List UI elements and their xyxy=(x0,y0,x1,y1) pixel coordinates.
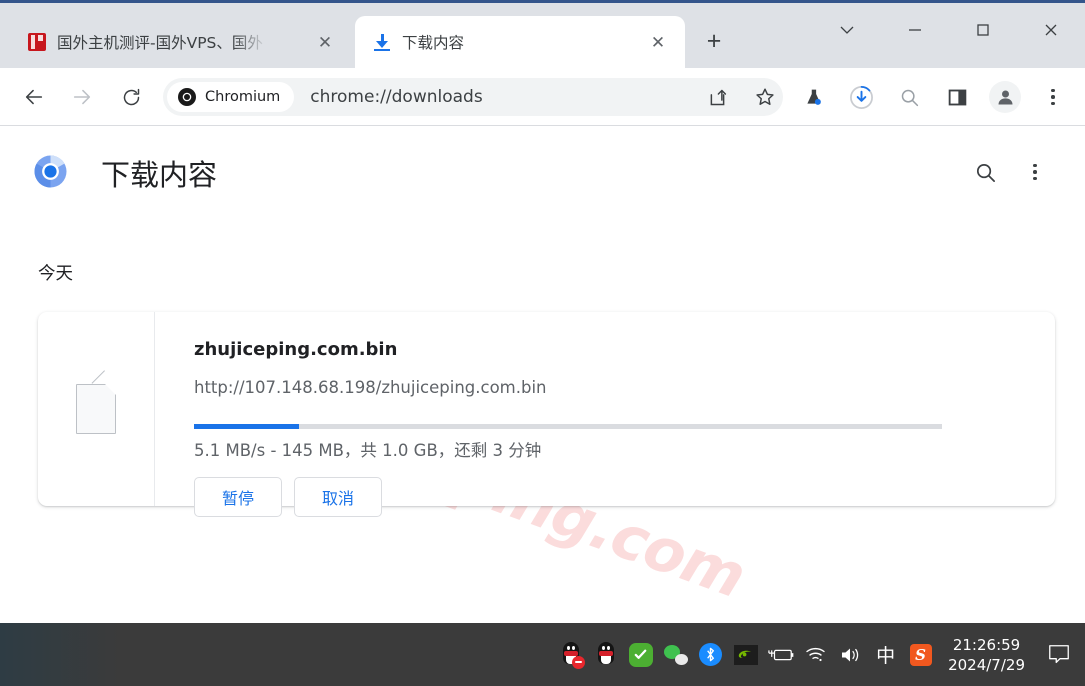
chromium-logo-icon xyxy=(177,87,197,107)
new-tab-button[interactable]: + xyxy=(700,29,728,57)
tab-title: 下载内容 xyxy=(402,34,465,52)
sogou-label: S xyxy=(909,643,932,666)
share-icon[interactable] xyxy=(699,79,735,115)
experiments-flask-icon[interactable] xyxy=(795,79,831,115)
sogou-input-icon[interactable]: S xyxy=(903,623,938,686)
wifi-icon[interactable] xyxy=(798,623,833,686)
tab-close-icon[interactable]: ✕ xyxy=(314,31,336,53)
qq-penguin-busy-icon[interactable] xyxy=(553,623,588,686)
tab-active-downloads[interactable]: 下载内容 ✕ xyxy=(355,16,685,68)
bookmark-star-icon[interactable] xyxy=(747,79,783,115)
windows-taskbar: 中 S 21:26:59 2024/7/29 xyxy=(0,623,1085,686)
tab-strip: 国外主机测评-国外VPS、国外 ✕ 下载内容 ✕ + xyxy=(0,3,1085,68)
download-actions: 暂停 取消 xyxy=(194,477,382,517)
pause-button[interactable]: 暂停 xyxy=(194,477,282,517)
back-arrow-icon[interactable] xyxy=(14,77,54,117)
search-icon[interactable] xyxy=(969,156,1001,188)
browser-window: 国外主机测评-国外VPS、国外 ✕ 下载内容 ✕ + Chromium chro… xyxy=(0,0,1085,686)
qq-penguin-icon[interactable] xyxy=(588,623,623,686)
reload-icon[interactable] xyxy=(111,77,151,117)
browser-menu-icon[interactable] xyxy=(1035,79,1071,115)
downloads-progress-icon[interactable] xyxy=(843,79,879,115)
tab-close-icon[interactable]: ✕ xyxy=(647,31,669,53)
chromium-chip[interactable]: Chromium xyxy=(167,82,295,112)
volume-icon[interactable] xyxy=(833,623,868,686)
window-controls xyxy=(813,6,1085,54)
download-progress-fill xyxy=(194,424,299,429)
download-file-icon-cell xyxy=(38,312,155,506)
notification-icon[interactable] xyxy=(1033,623,1085,686)
battery-charging-icon[interactable] xyxy=(763,623,798,686)
download-icon xyxy=(373,33,391,51)
clock-time: 21:26:59 xyxy=(952,635,1021,654)
toolbar-icon-group xyxy=(693,68,1077,126)
ime-label: 中 xyxy=(876,645,896,667)
download-filename: zhujiceping.com.bin xyxy=(194,339,398,360)
security-shield-icon[interactable] xyxy=(623,623,658,686)
close-button[interactable] xyxy=(1017,6,1085,54)
chromium-logo-icon xyxy=(34,155,67,188)
chromium-chip-label: Chromium xyxy=(205,89,281,105)
site-favicon-icon xyxy=(28,33,46,51)
search-icon[interactable] xyxy=(891,79,927,115)
minimize-button[interactable] xyxy=(881,6,949,54)
download-progress-bar xyxy=(194,424,942,429)
bluetooth-icon[interactable] xyxy=(693,623,728,686)
side-panel-icon[interactable] xyxy=(939,79,975,115)
date-group-label: 今天 xyxy=(38,264,73,284)
tab-search-chevron-down-icon[interactable] xyxy=(813,6,881,54)
address-bar-url: chrome://downloads xyxy=(310,87,483,107)
forward-arrow-icon xyxy=(62,77,102,117)
cancel-button[interactable]: 取消 xyxy=(294,477,382,517)
tab-inactive-site[interactable]: 国外主机测评-国外VPS、国外 ✕ xyxy=(10,16,350,68)
nvidia-icon[interactable] xyxy=(728,623,763,686)
tab-title: 国外主机测评-国外VPS、国外 xyxy=(57,34,263,52)
download-source-url: http://107.148.68.198/zhujiceping.com.bi… xyxy=(194,378,547,397)
more-vert-icon[interactable] xyxy=(1019,156,1051,188)
download-item-card[interactable]: zhujiceping.com.bin http://107.148.68.19… xyxy=(38,312,1055,517)
generic-file-icon xyxy=(76,370,117,434)
download-item-info: zhujiceping.com.bin http://107.148.68.19… xyxy=(155,312,1055,517)
page-title: 下载内容 xyxy=(101,158,218,192)
downloads-page-header: 下载内容 xyxy=(0,126,1085,202)
taskbar-clock[interactable]: 21:26:59 2024/7/29 xyxy=(948,635,1025,675)
downloads-page: zhujiceping.com 下载内容 今天 xyxy=(0,126,1085,623)
wechat-icon[interactable] xyxy=(658,623,693,686)
system-tray: 中 S 21:26:59 2024/7/29 xyxy=(553,623,1085,686)
maximize-button[interactable] xyxy=(949,6,1017,54)
clock-date: 2024/7/29 xyxy=(948,655,1025,674)
profile-avatar-icon[interactable] xyxy=(987,79,1023,115)
browser-toolbar: Chromium chrome://downloads xyxy=(0,68,1085,126)
ime-chinese-icon[interactable]: 中 xyxy=(868,623,903,686)
download-status-text: 5.1 MB/s - 145 MB，共 1.0 GB，还剩 3 分钟 xyxy=(194,441,542,460)
